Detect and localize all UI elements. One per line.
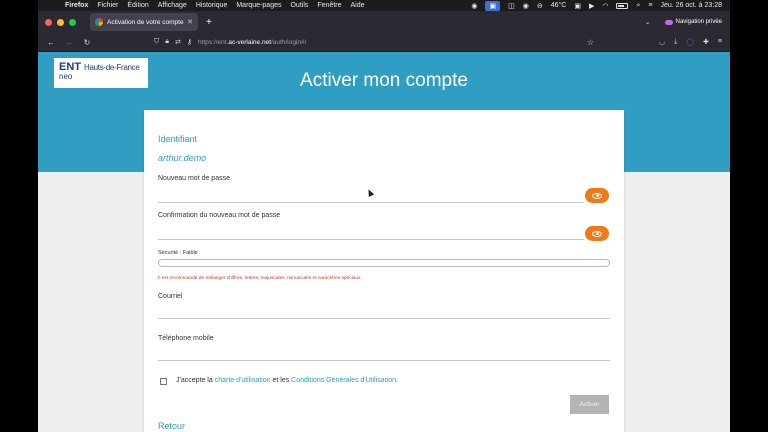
close-tab-icon[interactable]: ✕ <box>187 18 193 26</box>
site-favicon-icon <box>95 18 103 26</box>
menu-affichage[interactable]: Affichage <box>158 2 187 9</box>
lock-icon[interactable]: 🔒︎ <box>165 38 169 46</box>
control-center-icon[interactable]: ≡ <box>648 2 652 9</box>
identifiant-value: arthur.demo <box>158 153 207 163</box>
charte-link[interactable]: charte d'utilisation <box>215 377 271 384</box>
confirm-password-label: Confirmation du nouveau mot de passe <box>158 212 281 219</box>
menu-hamburger-icon[interactable]: ≡ <box>718 38 722 46</box>
pocket-icon[interactable]: ◡ <box>659 38 665 46</box>
new-tab-button[interactable]: + <box>206 17 212 28</box>
accept-prefix: J'accepte la <box>176 377 215 384</box>
menubar-status-area: ◉ ▣ ◫ ◉ ⊖ 46°C ▣ ▶ ◠ ⌕ ≡ Jeu. 26 oct. à … <box>471 0 723 11</box>
menu-outils[interactable]: Outils <box>290 2 308 9</box>
menu-marque-pages[interactable]: Marque-pages <box>236 2 281 9</box>
play-circle-icon[interactable]: ◉ <box>523 2 529 10</box>
accept-terms-checkbox[interactable] <box>160 378 167 385</box>
new-password-label: Nouveau mot de passe <box>158 175 230 182</box>
web-page: ENT Hauts-de-France neo Activer mon compt… <box>38 52 730 432</box>
tab-activation[interactable]: Activation de votre compte ✕ <box>90 13 198 31</box>
confirm-password-input[interactable] <box>158 239 584 240</box>
menu-app-firefox[interactable]: Firefox <box>65 2 88 9</box>
private-browsing-indicator: Navigation privée <box>664 19 722 25</box>
accept-suffix: . <box>395 377 398 384</box>
minimize-window-button[interactable] <box>57 18 64 26</box>
reload-icon[interactable]: ↻ <box>78 38 96 47</box>
back-arrow-icon[interactable]: ← <box>42 38 60 47</box>
eye-icon <box>592 230 602 237</box>
menu-fichier[interactable]: Fichier <box>97 2 118 9</box>
password-warning: Il est recommandé de mélanger chiffres, … <box>158 276 362 281</box>
back-link[interactable]: Retour <box>158 421 185 431</box>
macos-menubar: Firefox Fichier Édition Affichage Histor… <box>38 0 730 11</box>
url-path: /auth/login#/ <box>271 38 307 46</box>
private-mask-icon <box>664 19 673 25</box>
account-icon[interactable]: ◯ <box>686 38 694 46</box>
pause-icon[interactable]: ◫ <box>508 2 515 10</box>
browser-tab-bar: Activation de votre compte ✕ + ⌄ Navigat… <box>38 11 730 33</box>
menu-historique[interactable]: Historique <box>196 2 228 9</box>
clock-datetime[interactable]: Jeu. 26 oct. à 23:28 <box>661 2 723 9</box>
phone-label: Téléphone mobile <box>158 335 214 342</box>
menu-edition[interactable]: Édition <box>127 2 148 9</box>
key-icon[interactable]: ⚷ <box>187 38 192 46</box>
url-text[interactable]: https://ent.ac-verlaine.net/auth/login#/ <box>198 39 306 46</box>
accept-terms-text: J'accepte la charte d'utilisation et les… <box>176 377 398 384</box>
address-bar[interactable]: ⛉ 🔒︎ ⇄ ⚷ https://ent.ac-verlaine.net/aut… <box>154 35 594 50</box>
temperature-readout[interactable]: 46°C <box>551 2 567 9</box>
show-new-password-button[interactable] <box>585 188 609 203</box>
activate-button[interactable]: Activer <box>570 395 609 414</box>
dnd-icon[interactable]: ⊖ <box>537 2 543 10</box>
screen: Firefox Fichier Édition Affichage Histor… <box>0 0 768 432</box>
wifi-icon[interactable]: ◠ <box>602 2 608 10</box>
url-domain: ac-verlaine.net <box>228 38 271 46</box>
activation-form-card: Identifiant arthur.demo Nouveau mot de p… <box>144 110 624 432</box>
phone-input[interactable] <box>158 360 610 361</box>
screen-share-icon[interactable]: ▣ <box>485 0 501 11</box>
downloads-icon[interactable]: ⤓ <box>674 38 677 46</box>
accept-mid: et les <box>270 377 292 384</box>
search-icon[interactable]: ⌕ <box>636 2 640 10</box>
shield-icon[interactable]: ⛉ <box>154 38 159 46</box>
new-password-input[interactable] <box>158 202 584 203</box>
tab-list-chevron-icon[interactable]: ⌄ <box>645 18 651 26</box>
url-prefix: https://ent. <box>198 38 229 46</box>
window-controls <box>45 18 76 26</box>
show-confirm-password-button[interactable] <box>585 226 609 241</box>
battery-icon[interactable] <box>616 2 629 9</box>
eye-icon <box>592 192 602 199</box>
forward-arrow-icon[interactable]: → <box>60 38 78 47</box>
page-title: Activer mon compte <box>300 70 468 91</box>
toolbar-right: ◡ ⤓ ◯ ✚ ≡ <box>659 38 722 46</box>
email-input[interactable] <box>158 318 610 319</box>
extensions-icon[interactable]: ✚ <box>703 38 709 46</box>
menu-fenetre[interactable]: Fenêtre <box>317 2 341 9</box>
control-icon[interactable]: ▣ <box>574 2 581 10</box>
play-icon[interactable]: ▶ <box>589 2 594 10</box>
cgu-link[interactable]: Conditions Générales d'Utilisation <box>291 377 396 384</box>
zoom-window-button[interactable] <box>69 18 76 26</box>
record-icon[interactable]: ◉ <box>471 2 477 10</box>
bookmark-star-icon[interactable]: ☆ <box>587 38 594 47</box>
private-browsing-label: Navigation privée <box>675 19 722 25</box>
security-strength-bar <box>158 259 610 267</box>
email-label: Courriel <box>158 293 183 300</box>
tab-title: Activation de votre compte <box>107 18 184 26</box>
browser-nav-bar: ← → ↻ ⛉ 🔒︎ ⇄ ⚷ https://ent.ac-verlaine.n… <box>38 33 730 52</box>
identifiant-label: Identifiant <box>158 134 198 144</box>
menu-aide[interactable]: Aide <box>351 2 365 9</box>
close-window-button[interactable] <box>45 18 52 26</box>
permissions-icon[interactable]: ⇄ <box>175 38 181 46</box>
security-label: Sécurité : Faible <box>158 250 198 256</box>
